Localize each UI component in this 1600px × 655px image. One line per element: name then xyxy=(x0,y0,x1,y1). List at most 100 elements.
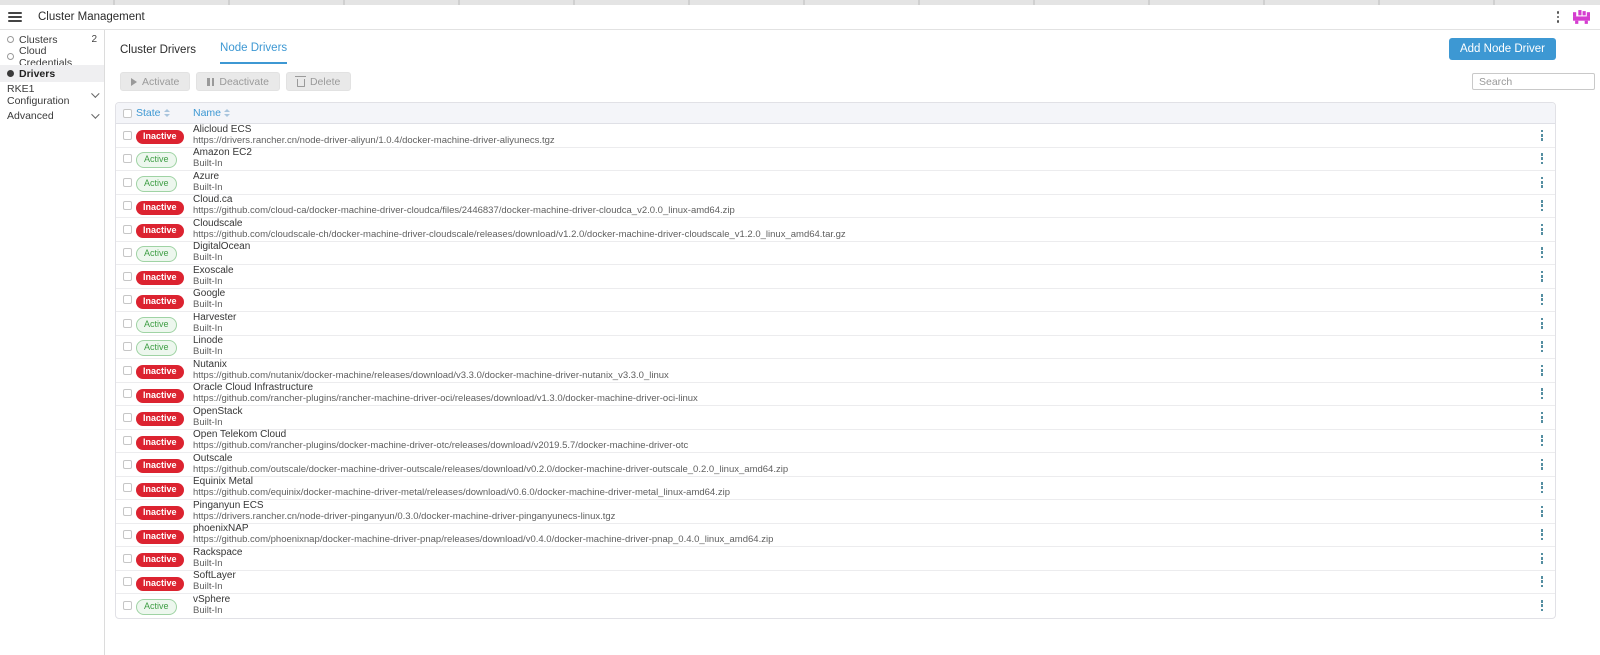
status-badge: Active xyxy=(136,152,177,168)
driver-source: Built-In xyxy=(193,183,1529,193)
row-actions-menu-icon[interactable] xyxy=(1539,316,1546,331)
row-checkbox[interactable] xyxy=(123,601,132,610)
select-all-checkbox[interactable] xyxy=(123,109,132,118)
row-checkbox[interactable] xyxy=(123,577,132,586)
row-checkbox[interactable] xyxy=(123,319,132,328)
status-badge: Active xyxy=(136,246,177,262)
status-badge: Inactive xyxy=(136,436,184,450)
row-checkbox[interactable] xyxy=(123,436,132,445)
driver-name: Amazon EC2 xyxy=(193,148,1529,159)
row-checkbox[interactable] xyxy=(123,483,132,492)
driver-name: Azure xyxy=(193,172,1529,183)
driver-name: Alicloud ECS xyxy=(193,125,1529,136)
driver-name: Google xyxy=(193,289,1529,300)
driver-source: https://github.com/nutanix/docker-machin… xyxy=(193,371,1529,381)
row-checkbox[interactable] xyxy=(123,507,132,516)
row-actions-menu-icon[interactable] xyxy=(1539,198,1546,213)
row-actions-menu-icon[interactable] xyxy=(1539,480,1546,495)
table-row: Active Amazon EC2 Built-In xyxy=(116,148,1555,172)
delete-button-label: Delete xyxy=(310,76,340,88)
table-body: Inactive Alicloud ECS https://drivers.ra… xyxy=(116,124,1555,618)
driver-name: Pinganyun ECS xyxy=(193,501,1529,512)
row-actions-menu-icon[interactable] xyxy=(1539,574,1546,589)
row-checkbox[interactable] xyxy=(123,366,132,375)
driver-source: Built-In xyxy=(193,159,1529,169)
row-actions-menu-icon[interactable] xyxy=(1539,245,1546,260)
sort-icon xyxy=(164,109,170,117)
driver-source: https://drivers.rancher.cn/node-driver-a… xyxy=(193,136,1529,146)
driver-name: Cloudscale xyxy=(193,219,1529,230)
row-actions-menu-icon[interactable] xyxy=(1539,504,1546,519)
play-icon xyxy=(131,78,137,86)
row-actions-menu-icon[interactable] xyxy=(1539,386,1546,401)
row-actions-menu-icon[interactable] xyxy=(1539,551,1546,566)
row-actions-menu-icon[interactable] xyxy=(1539,410,1546,425)
table-row: Inactive Outscale https://github.com/out… xyxy=(116,453,1555,477)
delete-button[interactable]: Delete xyxy=(286,72,351,91)
sidebar-group-rke1-configuration[interactable]: RKE1 Configuration xyxy=(0,86,104,103)
row-checkbox[interactable] xyxy=(123,295,132,304)
driver-source: https://github.com/outscale/docker-machi… xyxy=(193,465,1529,475)
column-header-state[interactable]: State xyxy=(136,107,193,119)
clusters-icon xyxy=(7,36,14,43)
header-kebab-menu-icon[interactable] xyxy=(1555,9,1562,25)
status-badge: Inactive xyxy=(136,506,184,520)
sidebar-item-label: Drivers xyxy=(19,68,55,80)
table-row: Inactive Open Telekom Cloud https://gith… xyxy=(116,430,1555,454)
add-node-driver-button[interactable]: Add Node Driver xyxy=(1449,38,1556,60)
tab-node-drivers[interactable]: Node Drivers xyxy=(220,42,287,64)
sidebar-item-cloud-credentials[interactable]: Cloud Credentials xyxy=(0,48,104,65)
status-badge: Inactive xyxy=(136,201,184,215)
driver-name: Exoscale xyxy=(193,266,1529,277)
row-checkbox[interactable] xyxy=(123,413,132,422)
row-checkbox[interactable] xyxy=(123,178,132,187)
row-actions-menu-icon[interactable] xyxy=(1539,339,1546,354)
row-actions-menu-icon[interactable] xyxy=(1539,292,1546,307)
deactivate-button[interactable]: Deactivate xyxy=(196,72,280,91)
row-checkbox[interactable] xyxy=(123,154,132,163)
row-checkbox[interactable] xyxy=(123,272,132,281)
table-row: Inactive Oracle Cloud Infrastructure htt… xyxy=(116,383,1555,407)
row-checkbox[interactable] xyxy=(123,460,132,469)
driver-source: Built-In xyxy=(193,253,1529,263)
row-checkbox[interactable] xyxy=(123,225,132,234)
driver-source: Built-In xyxy=(193,277,1529,287)
row-checkbox[interactable] xyxy=(123,248,132,257)
row-checkbox[interactable] xyxy=(123,389,132,398)
driver-name: DigitalOcean xyxy=(193,242,1529,253)
tab-cluster-drivers[interactable]: Cluster Drivers xyxy=(120,44,196,64)
status-badge: Inactive xyxy=(136,553,184,567)
row-actions-menu-icon[interactable] xyxy=(1539,128,1546,143)
hamburger-menu-icon[interactable] xyxy=(8,12,22,22)
state-column-label: State xyxy=(136,107,161,119)
column-header-name[interactable]: Name xyxy=(193,107,1529,119)
row-checkbox[interactable] xyxy=(123,131,132,140)
row-actions-menu-icon[interactable] xyxy=(1539,175,1546,190)
driver-source: Built-In xyxy=(193,324,1529,334)
row-actions-menu-icon[interactable] xyxy=(1539,598,1546,613)
search-input[interactable] xyxy=(1472,73,1595,90)
chevron-down-icon xyxy=(92,89,100,97)
driver-source: Built-In xyxy=(193,300,1529,310)
sidebar-item-drivers[interactable]: Drivers xyxy=(0,65,104,82)
row-actions-menu-icon[interactable] xyxy=(1539,527,1546,542)
activate-button[interactable]: Activate xyxy=(120,72,190,91)
row-checkbox[interactable] xyxy=(123,201,132,210)
row-actions-menu-icon[interactable] xyxy=(1539,222,1546,237)
table-row: Inactive Cloudscale https://github.com/c… xyxy=(116,218,1555,242)
row-actions-menu-icon[interactable] xyxy=(1539,269,1546,284)
table-row: Inactive Cloud.ca https://github.com/clo… xyxy=(116,195,1555,219)
row-actions-menu-icon[interactable] xyxy=(1539,433,1546,448)
row-actions-menu-icon[interactable] xyxy=(1539,151,1546,166)
status-badge: Active xyxy=(136,176,177,192)
row-checkbox[interactable] xyxy=(123,530,132,539)
status-badge: Inactive xyxy=(136,389,184,403)
row-checkbox[interactable] xyxy=(123,554,132,563)
table-row: Inactive Nutanix https://github.com/nuta… xyxy=(116,359,1555,383)
driver-source: Built-In xyxy=(193,582,1529,592)
row-actions-menu-icon[interactable] xyxy=(1539,363,1546,378)
row-actions-menu-icon[interactable] xyxy=(1539,457,1546,472)
sidebar-group-advanced[interactable]: Advanced xyxy=(0,107,104,124)
row-checkbox[interactable] xyxy=(123,342,132,351)
driver-name: OpenStack xyxy=(193,407,1529,418)
